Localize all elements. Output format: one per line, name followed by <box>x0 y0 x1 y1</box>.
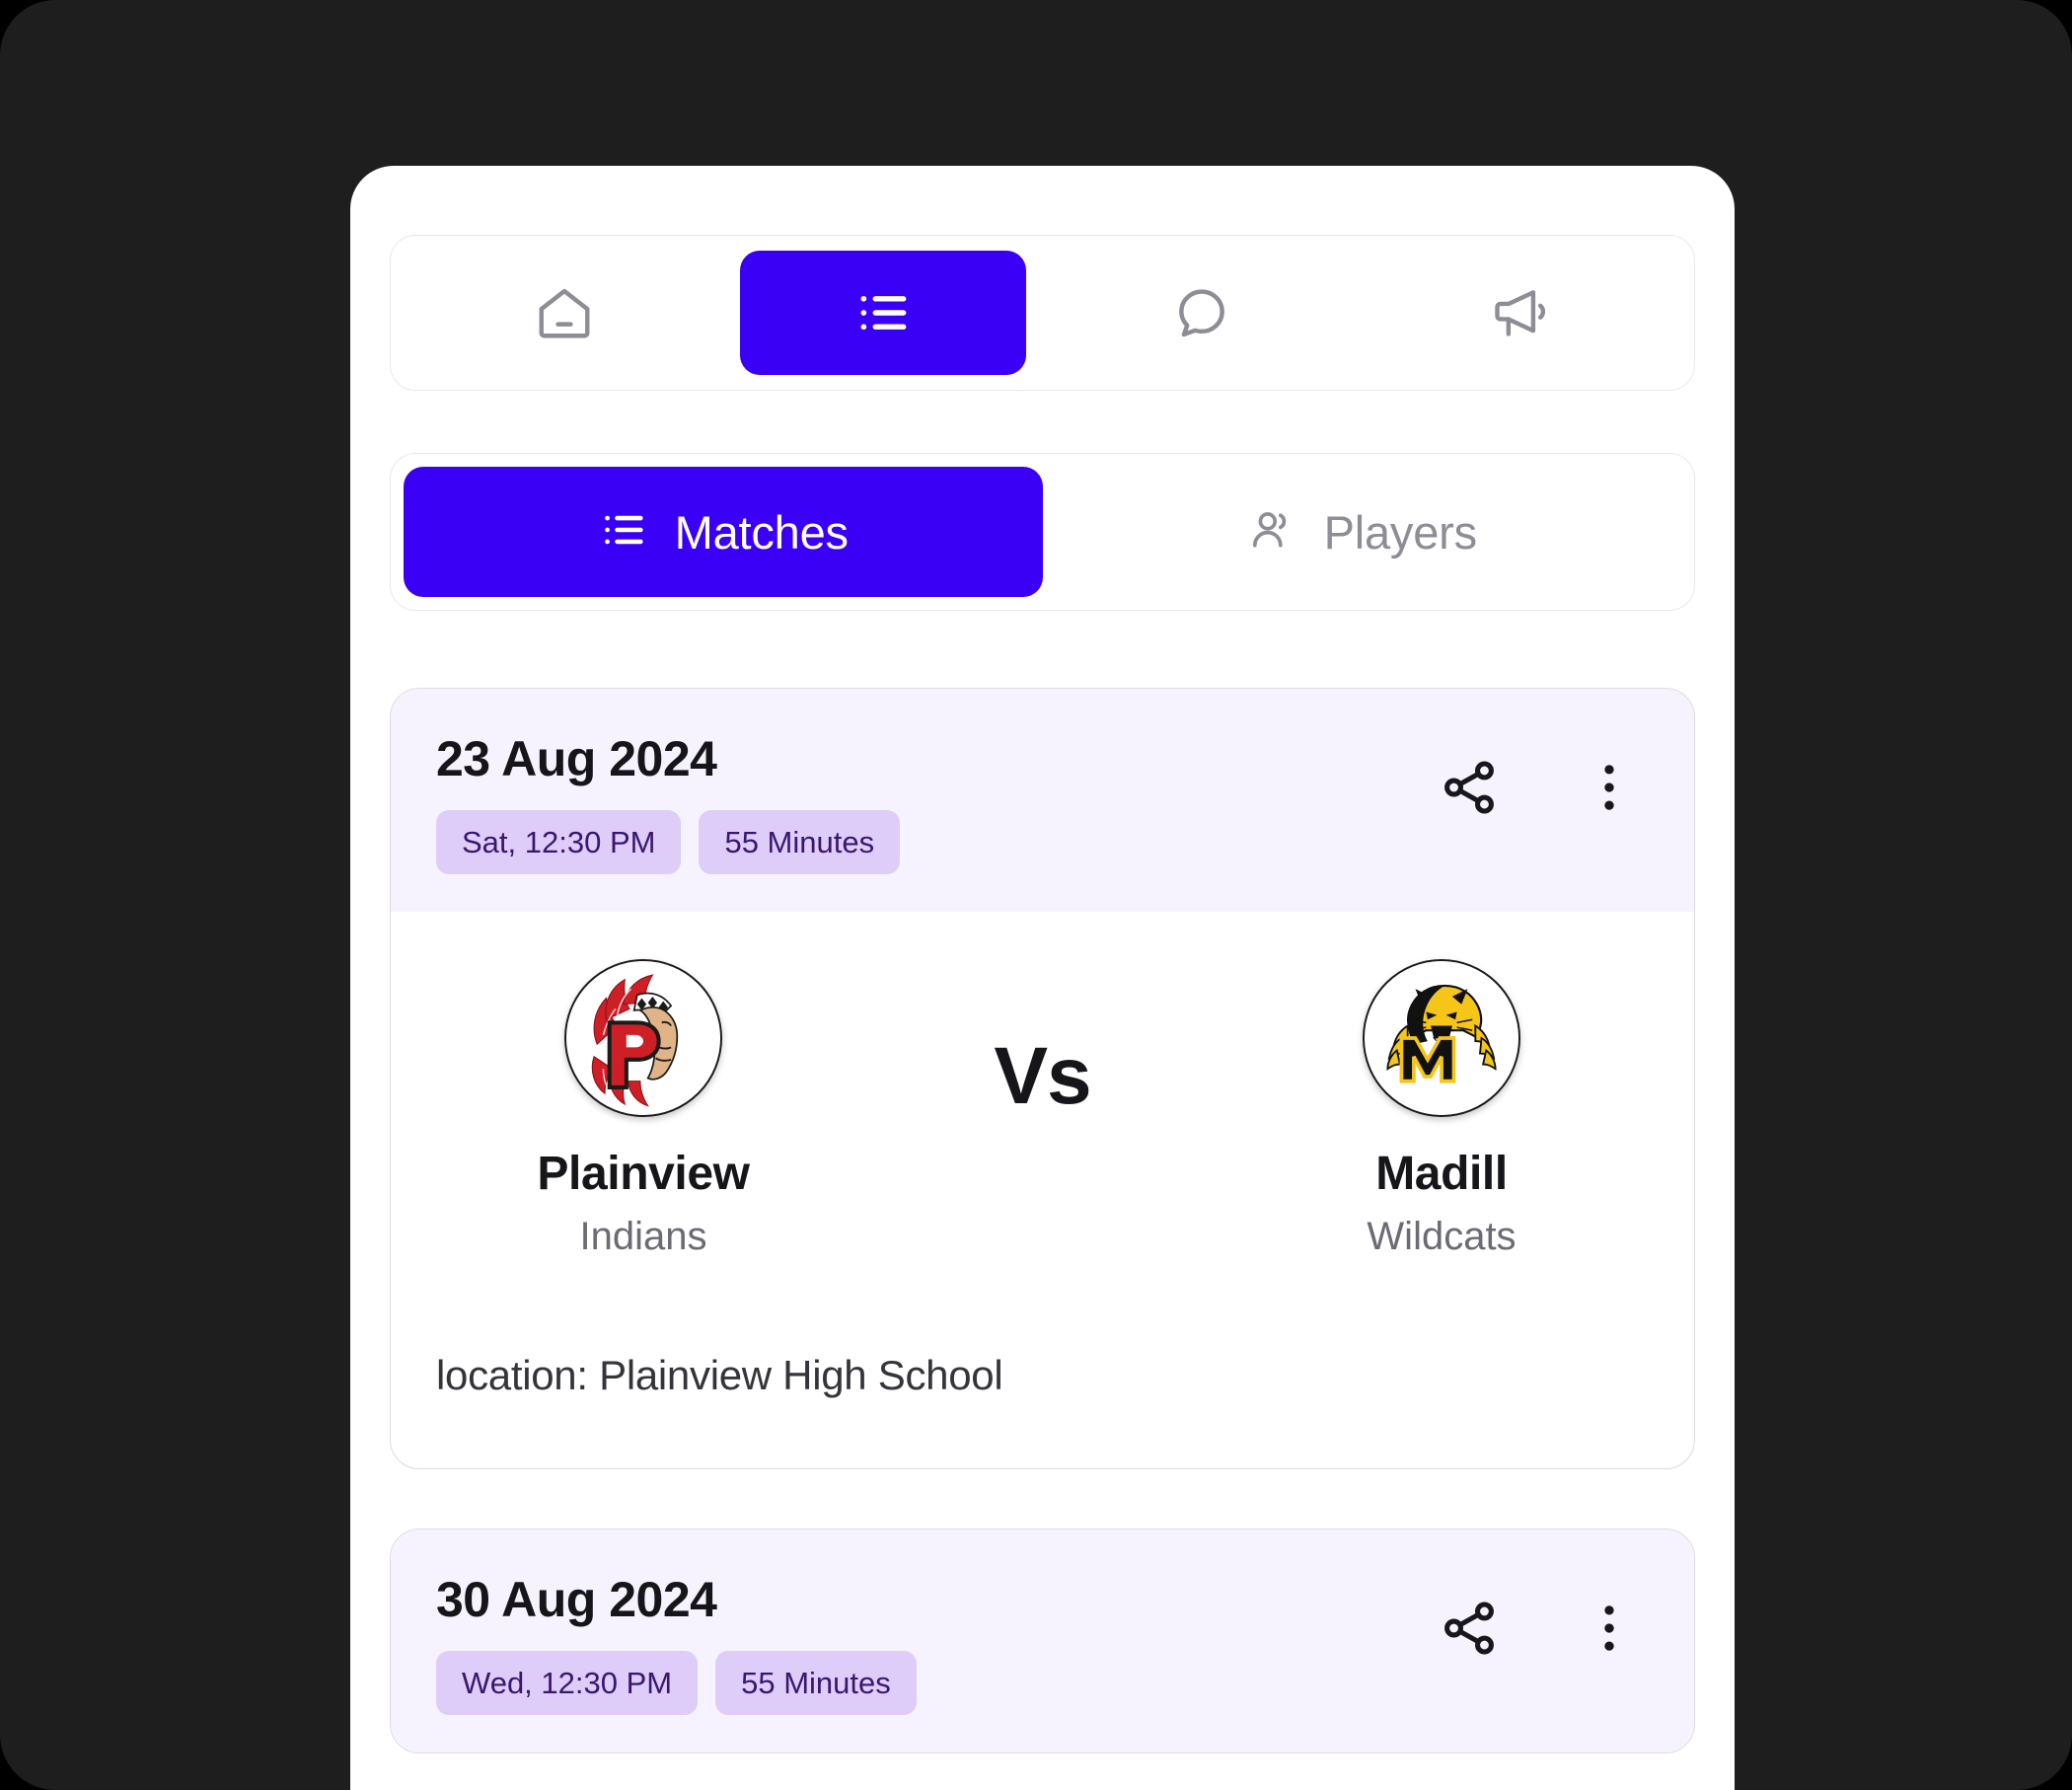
match-date: 23 Aug 2024 <box>436 731 717 786</box>
status-badge-time: Sat, 12:30 PM <box>436 810 682 874</box>
list-icon <box>598 504 649 560</box>
match-card-body: Plainview Indians Vs Madill Wildcats loc… <box>391 912 1694 1468</box>
home-team: Plainview Indians <box>476 959 811 1259</box>
teams-row: Plainview Indians Vs Madill Wildcats <box>436 959 1649 1259</box>
nav-item-announcements[interactable] <box>1377 251 1664 375</box>
chat-bubble-icon <box>1171 282 1232 343</box>
tab-players-label: Players <box>1323 505 1478 559</box>
status-badge-duration: 55 Minutes <box>699 810 901 874</box>
share-icon[interactable] <box>1438 756 1501 824</box>
status-badge-duration: 55 Minutes <box>715 1651 917 1715</box>
share-icon[interactable] <box>1438 1597 1501 1665</box>
match-header-info: 30 Aug 2024 Wed, 12:30 PM 55 Minutes <box>436 1573 917 1715</box>
match-header-info: 23 Aug 2024 Sat, 12:30 PM 55 Minutes <box>436 731 901 874</box>
list-icon <box>852 282 914 343</box>
top-navigation-bar <box>390 235 1695 391</box>
more-vertical-icon[interactable] <box>1578 756 1641 824</box>
nav-item-matches[interactable] <box>739 251 1026 375</box>
away-team-mascot: Wildcats <box>1367 1215 1517 1258</box>
phone-panel: Matches Players 23 Aug 2024 Sat, 12:30 P… <box>350 166 1735 1790</box>
nav-item-home[interactable] <box>421 251 707 375</box>
versus-label: Vs <box>994 1031 1091 1121</box>
tab-matches-label: Matches <box>674 505 849 559</box>
match-card[interactable]: 23 Aug 2024 Sat, 12:30 PM 55 Minutes Pla… <box>390 688 1695 1469</box>
home-team-mascot: Indians <box>579 1215 707 1258</box>
status-badge-time: Wed, 12:30 PM <box>436 1651 699 1715</box>
nav-item-chat[interactable] <box>1059 251 1345 375</box>
match-card-actions <box>1438 732 1649 824</box>
plainview-indians-logo <box>564 959 722 1117</box>
away-team-name: Madill <box>1375 1148 1508 1200</box>
match-card-header: 23 Aug 2024 Sat, 12:30 PM 55 Minutes <box>391 689 1694 912</box>
home-icon <box>534 282 595 343</box>
segmented-control: Matches Players <box>390 453 1695 611</box>
match-card-header: 30 Aug 2024 Wed, 12:30 PM 55 Minutes <box>391 1529 1694 1753</box>
match-badge-row: Wed, 12:30 PM 55 Minutes <box>436 1651 917 1715</box>
megaphone-icon <box>1490 282 1551 343</box>
away-team: Madill Wildcats <box>1274 959 1609 1259</box>
match-badge-row: Sat, 12:30 PM 55 Minutes <box>436 810 901 874</box>
match-card-actions <box>1438 1573 1649 1665</box>
tab-players[interactable]: Players <box>1043 467 1682 597</box>
madill-wildcats-logo <box>1363 959 1520 1117</box>
match-card[interactable]: 30 Aug 2024 Wed, 12:30 PM 55 Minutes <box>390 1529 1695 1753</box>
tab-matches[interactable]: Matches <box>404 467 1043 597</box>
screen-canvas: Matches Players 23 Aug 2024 Sat, 12:30 P… <box>0 0 2072 1790</box>
users-icon <box>1247 504 1298 560</box>
home-team-name: Plainview <box>537 1148 750 1200</box>
match-location: location: Plainview High School <box>436 1352 1003 1398</box>
more-vertical-icon[interactable] <box>1578 1597 1641 1665</box>
match-date: 30 Aug 2024 <box>436 1572 717 1627</box>
